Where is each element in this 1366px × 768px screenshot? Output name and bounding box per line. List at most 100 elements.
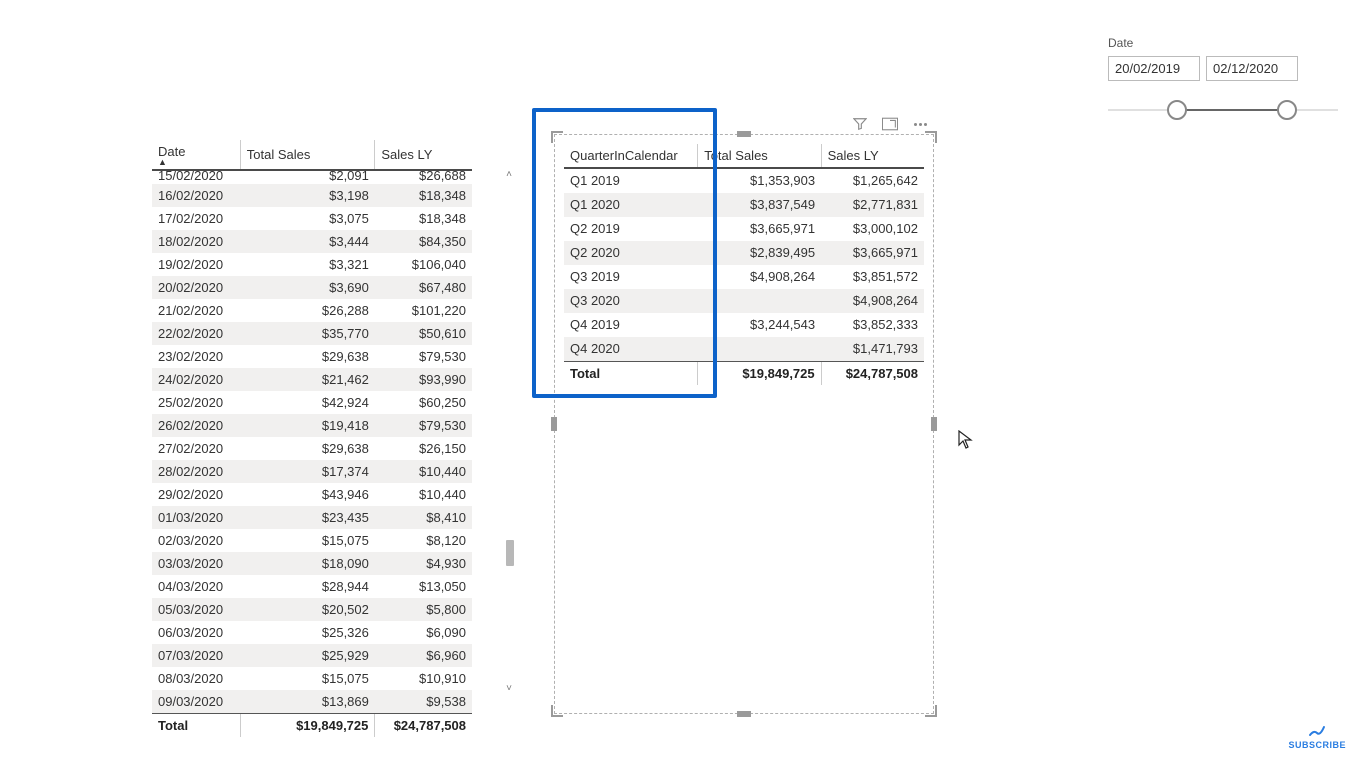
table-row[interactable]: 01/03/2020$23,435$8,410 xyxy=(152,506,472,529)
cell-total-sales xyxy=(698,289,821,313)
table-row[interactable]: Q3 2019$4,908,264$3,851,572 xyxy=(564,265,924,289)
table-row[interactable]: 19/02/2020$3,321$106,040 xyxy=(152,253,472,276)
slicer-range-fill xyxy=(1177,109,1287,111)
table-row[interactable]: 26/02/2020$19,418$79,530 xyxy=(152,414,472,437)
cell-total-sales: $3,321 xyxy=(240,253,375,276)
table-row[interactable]: Q1 2019$1,353,903$1,265,642 xyxy=(564,168,924,193)
total-row-label: Total xyxy=(152,714,240,738)
table-row[interactable]: 28/02/2020$17,374$10,440 xyxy=(152,460,472,483)
col-header-quarter[interactable]: QuarterInCalendar xyxy=(564,144,698,168)
cell-sales-ly: $3,852,333 xyxy=(821,313,924,337)
total-ly-value-q: $24,787,508 xyxy=(821,362,924,386)
col-header-sales-ly-q[interactable]: Sales LY xyxy=(821,144,924,168)
resize-handle-top[interactable] xyxy=(737,131,751,137)
cell-quarter: Q1 2019 xyxy=(564,168,698,193)
cell-date: 05/03/2020 xyxy=(152,598,240,621)
cell-sales-ly: $9,538 xyxy=(375,690,472,714)
cell-sales-ly: $106,040 xyxy=(375,253,472,276)
quarter-sales-table: QuarterInCalendar Total Sales Sales LY Q… xyxy=(564,144,924,385)
visual-toolbar xyxy=(852,116,928,132)
cell-sales-ly: $1,265,642 xyxy=(821,168,924,193)
cell-sales-ly: $13,050 xyxy=(375,575,472,598)
col-header-date[interactable]: Date ▲ xyxy=(152,140,240,170)
col-header-sales-ly[interactable]: Sales LY xyxy=(375,140,472,170)
cell-sales-ly: $1,471,793 xyxy=(821,337,924,362)
col-header-total-sales[interactable]: Total Sales xyxy=(240,140,375,170)
cell-sales-ly: $18,348 xyxy=(375,207,472,230)
slicer-range-track[interactable] xyxy=(1108,99,1338,123)
table-row[interactable]: Q4 2019$3,244,543$3,852,333 xyxy=(564,313,924,337)
cell-date: 27/02/2020 xyxy=(152,437,240,460)
cell-date: 16/02/2020 xyxy=(152,184,240,207)
table-row[interactable]: Q3 2020$4,908,264 xyxy=(564,289,924,313)
cell-sales-ly: $79,530 xyxy=(375,414,472,437)
resize-handle-bl[interactable] xyxy=(552,704,564,716)
filter-icon[interactable] xyxy=(852,116,868,132)
cell-date: 25/02/2020 xyxy=(152,391,240,414)
slicer-end-input[interactable] xyxy=(1206,56,1298,81)
slicer-thumb-start[interactable] xyxy=(1167,100,1187,120)
subscribe-watermark: SUBSCRIBE xyxy=(1288,724,1346,750)
resize-handle-tr[interactable] xyxy=(924,132,936,144)
table-row[interactable]: 21/02/2020$26,288$101,220 xyxy=(152,299,472,322)
table-row[interactable]: 27/02/2020$29,638$26,150 xyxy=(152,437,472,460)
table-row[interactable]: Q2 2019$3,665,971$3,000,102 xyxy=(564,217,924,241)
col-header-total-sales-q[interactable]: Total Sales xyxy=(698,144,821,168)
scroll-up-icon[interactable]: ˄ xyxy=(504,170,514,180)
table-row[interactable]: 25/02/2020$42,924$60,250 xyxy=(152,391,472,414)
table-row[interactable]: 23/02/2020$29,638$79,530 xyxy=(152,345,472,368)
table-row[interactable]: 24/02/2020$21,462$93,990 xyxy=(152,368,472,391)
table-row[interactable]: Q4 2020$1,471,793 xyxy=(564,337,924,362)
cell-total-sales: $3,837,549 xyxy=(698,193,821,217)
resize-handle-bottom[interactable] xyxy=(737,711,751,717)
cell-date: 09/03/2020 xyxy=(152,690,240,714)
cell-date: 22/02/2020 xyxy=(152,322,240,345)
table-row[interactable]: 05/03/2020$20,502$5,800 xyxy=(152,598,472,621)
scroll-down-icon[interactable]: ˅ xyxy=(504,684,514,694)
cell-quarter: Q3 2020 xyxy=(564,289,698,313)
resize-handle-br[interactable] xyxy=(924,704,936,716)
table-row[interactable]: 15/02/2020$2,091$26,688 xyxy=(152,170,472,184)
table-row[interactable]: 02/03/2020$15,075$8,120 xyxy=(152,529,472,552)
table-row[interactable]: 09/03/2020$13,869$9,538 xyxy=(152,690,472,714)
slicer-start-input[interactable] xyxy=(1108,56,1200,81)
resize-handle-tl[interactable] xyxy=(552,132,564,144)
cell-date: 26/02/2020 xyxy=(152,414,240,437)
cell-total-sales: $25,326 xyxy=(240,621,375,644)
table-row[interactable]: 22/02/2020$35,770$50,610 xyxy=(152,322,472,345)
table-row[interactable]: 06/03/2020$25,326$6,090 xyxy=(152,621,472,644)
cell-total-sales: $42,924 xyxy=(240,391,375,414)
cell-total-sales: $25,929 xyxy=(240,644,375,667)
cell-date: 01/03/2020 xyxy=(152,506,240,529)
table-row[interactable]: 04/03/2020$28,944$13,050 xyxy=(152,575,472,598)
table-row[interactable]: 17/02/2020$3,075$18,348 xyxy=(152,207,472,230)
scrollbar-track[interactable] xyxy=(506,180,514,680)
cell-sales-ly: $50,610 xyxy=(375,322,472,345)
resize-handle-right[interactable] xyxy=(931,417,937,431)
cell-total-sales: $3,690 xyxy=(240,276,375,299)
resize-handle-left[interactable] xyxy=(551,417,557,431)
daily-sales-table-visual[interactable]: Date ▲ Total Sales Sales LY 15/02/2020$2… xyxy=(152,140,472,737)
focus-mode-icon[interactable] xyxy=(882,116,898,132)
more-options-icon[interactable] xyxy=(912,116,928,132)
cell-date: 04/03/2020 xyxy=(152,575,240,598)
table-row[interactable]: 20/02/2020$3,690$67,480 xyxy=(152,276,472,299)
total-sales-value-q: $19,849,725 xyxy=(698,362,821,386)
table-row[interactable]: 18/02/2020$3,444$84,350 xyxy=(152,230,472,253)
table-row[interactable]: 08/03/2020$15,075$10,910 xyxy=(152,667,472,690)
table-row[interactable]: 29/02/2020$43,946$10,440 xyxy=(152,483,472,506)
cell-quarter: Q2 2020 xyxy=(564,241,698,265)
quarter-sales-visual[interactable]: QuarterInCalendar Total Sales Sales LY Q… xyxy=(554,134,934,714)
table-row[interactable]: 03/03/2020$18,090$4,930 xyxy=(152,552,472,575)
cell-sales-ly: $67,480 xyxy=(375,276,472,299)
cell-total-sales: $28,944 xyxy=(240,575,375,598)
cell-total-sales: $43,946 xyxy=(240,483,375,506)
scrollbar-thumb[interactable] xyxy=(506,540,514,566)
table-row[interactable]: 07/03/2020$25,929$6,960 xyxy=(152,644,472,667)
table-row[interactable]: 16/02/2020$3,198$18,348 xyxy=(152,184,472,207)
table-row[interactable]: Q2 2020$2,839,495$3,665,971 xyxy=(564,241,924,265)
table-row[interactable]: Q1 2020$3,837,549$2,771,831 xyxy=(564,193,924,217)
cell-date: 18/02/2020 xyxy=(152,230,240,253)
slicer-thumb-end[interactable] xyxy=(1277,100,1297,120)
date-slicer[interactable]: Date xyxy=(1108,36,1348,123)
